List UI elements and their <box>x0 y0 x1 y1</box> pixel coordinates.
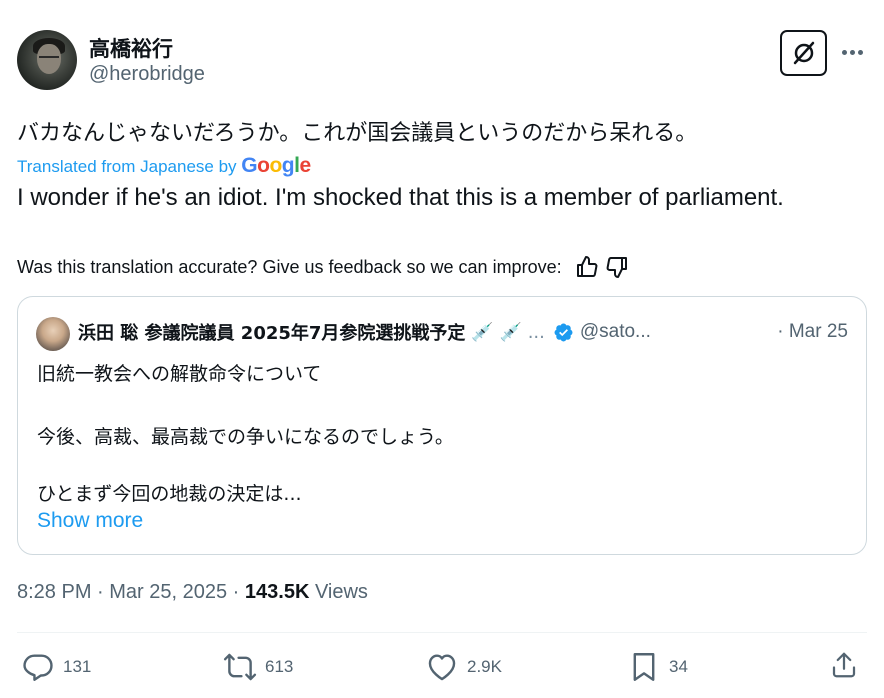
grok-button[interactable] <box>780 30 827 76</box>
bookmark-button[interactable]: 34 <box>627 650 688 684</box>
author-handle[interactable]: @herobridge <box>89 63 205 86</box>
author-display-name[interactable]: 高橋裕行 <box>89 33 173 63</box>
tweet-meta: 8:28 PM · Mar 25, 2025 · 143.5K Views <box>17 581 368 604</box>
author-avatar[interactable] <box>17 30 77 90</box>
translated-from-text: Translated from Japanese by <box>17 157 242 176</box>
views-label: Views <box>309 581 368 603</box>
repost-count: 613 <box>265 657 294 676</box>
translated-from-label[interactable]: Translated from Japanese by Google <box>17 154 311 178</box>
reply-icon <box>23 654 53 681</box>
quoted-tweet-line: ひとまず今回の地裁の決定は... <box>37 483 302 505</box>
quoted-author-emoji: 💉 💉 ... <box>471 321 545 343</box>
share-icon <box>832 652 856 678</box>
quoted-tweet-date[interactable]: · Mar 25 <box>777 321 848 343</box>
feedback-prompt: Was this translation accurate? Give us f… <box>17 256 562 277</box>
repost-button[interactable]: 613 <box>223 650 293 684</box>
thumbs-up-icon[interactable] <box>574 254 600 280</box>
views-count: 143.5K <box>244 581 310 603</box>
quoted-tweet-line: 今後、高裁、最高裁での争いになるのでしょう。 <box>37 426 454 448</box>
like-button[interactable]: 2.9K <box>425 650 502 684</box>
repost-icon <box>223 653 257 681</box>
quoted-author-name: 浜田 聡 参議院議員 2025年7月参院選挑戦予定 <box>78 323 466 344</box>
quoted-author-handle[interactable]: @sato... <box>580 321 651 343</box>
grok-icon <box>793 41 814 65</box>
verified-badge-icon <box>553 322 574 343</box>
more-icon <box>841 49 863 55</box>
tweet-text: バカなんじゃないだろうか。これが国会議員というのだから呆れる。 <box>17 121 698 146</box>
action-bar: 131 613 2.9K 34 <box>17 650 867 688</box>
divider <box>17 632 867 633</box>
thumbs-down-icon[interactable] <box>604 254 630 280</box>
share-button[interactable] <box>829 650 859 680</box>
translation-feedback: Was this translation accurate? Give us f… <box>17 254 630 280</box>
reply-count: 131 <box>63 657 92 676</box>
quoted-tweet-header: 浜田 聡 参議院議員 2025年7月参院選挑戦予定 💉 💉 ... @sato.… <box>78 319 651 345</box>
translated-text: I wonder if he's an idiot. I'm shocked t… <box>17 184 784 211</box>
bookmark-icon <box>633 653 655 681</box>
quoted-tweet-card[interactable]: 浜田 聡 参議院議員 2025年7月参院選挑戦予定 💉 💉 ... @sato.… <box>17 296 867 555</box>
google-logo: Google <box>241 154 311 177</box>
like-icon <box>428 654 456 681</box>
like-count: 2.9K <box>467 657 502 676</box>
quoted-author-avatar <box>36 317 70 351</box>
more-options-button[interactable] <box>837 40 867 64</box>
quoted-tweet-line: 旧統一教会への解散命令について <box>37 363 322 385</box>
show-more-link[interactable]: Show more <box>37 509 143 533</box>
tweet-timestamp[interactable]: 8:28 PM · Mar 25, 2025 · <box>17 581 245 603</box>
bookmark-count: 34 <box>669 657 688 676</box>
reply-button[interactable]: 131 <box>21 650 91 684</box>
